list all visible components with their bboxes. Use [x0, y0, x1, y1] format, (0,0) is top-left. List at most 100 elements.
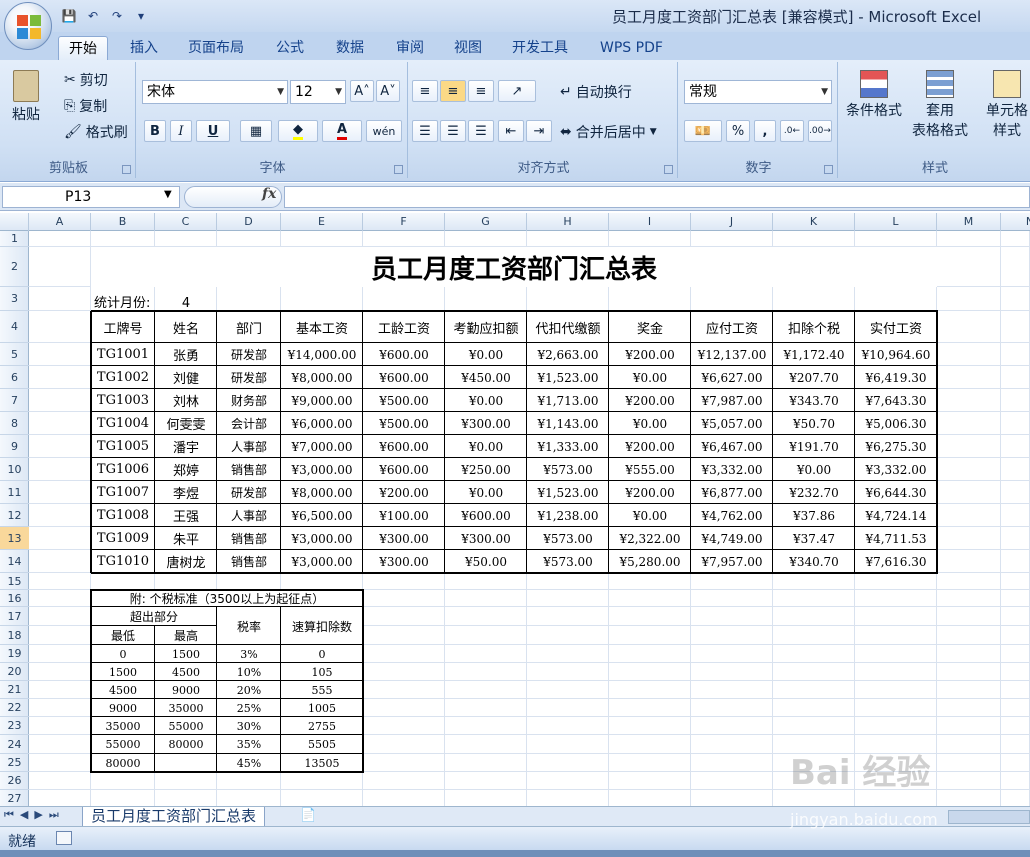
- data-cell[interactable]: ¥3,332.00: [691, 458, 773, 481]
- data-cell[interactable]: ¥6,627.00: [691, 366, 773, 389]
- shrink-font-icon[interactable]: A˅: [376, 80, 400, 102]
- data-cell[interactable]: TG1004: [91, 412, 155, 435]
- font-size-combo[interactable]: 12 ▼: [290, 80, 346, 104]
- tab-data[interactable]: 数据: [326, 36, 374, 60]
- data-cell[interactable]: ¥200.00: [609, 389, 691, 412]
- data-cell[interactable]: ¥1,238.00: [527, 504, 609, 527]
- row-header-11[interactable]: 11: [0, 481, 29, 504]
- tax-cell[interactable]: 9000: [155, 681, 217, 699]
- data-cell[interactable]: ¥200.00: [609, 435, 691, 458]
- data-cell[interactable]: ¥4,749.00: [691, 527, 773, 550]
- font-name-combo[interactable]: 宋体 ▼: [142, 80, 288, 104]
- row-header-12[interactable]: 12: [0, 504, 29, 527]
- data-cell[interactable]: ¥7,000.00: [281, 435, 363, 458]
- data-cell[interactable]: ¥300.00: [363, 527, 445, 550]
- row-header-24[interactable]: 24: [0, 735, 29, 754]
- row-header-5[interactable]: 5: [0, 343, 29, 366]
- data-cell[interactable]: ¥8,000.00: [281, 366, 363, 389]
- row-header-9[interactable]: 9: [0, 435, 29, 458]
- data-cell[interactable]: ¥6,275.30: [855, 435, 937, 458]
- tax-cell[interactable]: 2755: [281, 717, 363, 735]
- row-header-13[interactable]: 13: [0, 527, 29, 550]
- tax-table-title[interactable]: 附: 个税标准（3500以上为起征点）: [91, 590, 363, 607]
- data-cell[interactable]: ¥200.00: [609, 481, 691, 504]
- data-cell[interactable]: ¥7,616.30: [855, 550, 937, 573]
- data-cell[interactable]: ¥1,523.00: [527, 481, 609, 504]
- data-cell[interactable]: ¥200.00: [609, 343, 691, 366]
- row-header-3[interactable]: 3: [0, 287, 29, 311]
- tax-cell[interactable]: 1500: [91, 663, 155, 681]
- row-header-18[interactable]: 18: [0, 626, 29, 645]
- row-header-19[interactable]: 19: [0, 645, 29, 663]
- underline-button[interactable]: U: [196, 120, 230, 142]
- data-cell[interactable]: 李煜: [155, 481, 217, 504]
- data-cell[interactable]: ¥0.00: [773, 458, 855, 481]
- percent-button[interactable]: %: [726, 120, 750, 142]
- customize-qat-icon[interactable]: ▾: [132, 7, 150, 25]
- data-cell[interactable]: TG1010: [91, 550, 155, 573]
- italic-button[interactable]: I: [170, 120, 192, 142]
- data-cell[interactable]: 人事部: [217, 504, 281, 527]
- tax-cell[interactable]: 9000: [91, 699, 155, 717]
- data-cell[interactable]: ¥600.00: [445, 504, 527, 527]
- month-value[interactable]: 4: [155, 287, 217, 311]
- data-cell[interactable]: ¥555.00: [609, 458, 691, 481]
- save-icon[interactable]: 💾: [60, 7, 78, 25]
- tab-home[interactable]: 开始: [58, 36, 108, 60]
- align-middle-icon[interactable]: ≡: [440, 80, 466, 102]
- tab-review[interactable]: 审阅: [386, 36, 434, 60]
- tax-cell[interactable]: 35%: [217, 735, 281, 754]
- tab-view[interactable]: 视图: [444, 36, 492, 60]
- tax-cell[interactable]: 555: [281, 681, 363, 699]
- data-cell[interactable]: 研发部: [217, 366, 281, 389]
- data-cell[interactable]: ¥191.70: [773, 435, 855, 458]
- insert-function-button[interactable]: fx: [262, 186, 276, 202]
- row-header-1[interactable]: 1: [0, 231, 29, 247]
- row-header-14[interactable]: 14: [0, 550, 29, 573]
- tax-cell[interactable]: 5505: [281, 735, 363, 754]
- month-label[interactable]: 统计月份:: [91, 287, 155, 311]
- dropdown-arrow-icon[interactable]: ▼: [164, 189, 172, 200]
- tab-formulas[interactable]: 公式: [266, 36, 314, 60]
- sheet-title[interactable]: 员工月度工资部门汇总表: [91, 247, 937, 287]
- data-cell[interactable]: ¥200.00: [363, 481, 445, 504]
- data-cell[interactable]: ¥600.00: [363, 343, 445, 366]
- data-cell[interactable]: ¥3,000.00: [281, 550, 363, 573]
- column-header-L[interactable]: L: [855, 213, 937, 231]
- data-cell[interactable]: 销售部: [217, 550, 281, 573]
- border-icon[interactable]: ▦: [240, 120, 272, 142]
- column-header-C[interactable]: C: [155, 213, 217, 231]
- data-cell[interactable]: ¥5,057.00: [691, 412, 773, 435]
- data-cell[interactable]: ¥1,713.00: [527, 389, 609, 412]
- data-cell[interactable]: TG1008: [91, 504, 155, 527]
- tax-cell[interactable]: 20%: [217, 681, 281, 699]
- increase-indent-icon[interactable]: ⇥: [526, 120, 552, 142]
- tab-wps-pdf[interactable]: WPS PDF: [590, 36, 673, 60]
- tax-high-label[interactable]: 最高: [155, 626, 217, 645]
- header-cell[interactable]: 基本工资: [281, 311, 363, 343]
- data-cell[interactable]: ¥1,333.00: [527, 435, 609, 458]
- row-header-21[interactable]: 21: [0, 681, 29, 699]
- data-cell[interactable]: ¥0.00: [445, 481, 527, 504]
- formula-input[interactable]: [284, 186, 1030, 208]
- column-header-M[interactable]: M: [937, 213, 1001, 231]
- tax-cell[interactable]: 0: [281, 645, 363, 663]
- data-cell[interactable]: ¥300.00: [445, 527, 527, 550]
- header-cell[interactable]: 应付工资: [691, 311, 773, 343]
- paste-button[interactable]: 粘贴: [12, 70, 40, 124]
- data-cell[interactable]: TG1006: [91, 458, 155, 481]
- column-header-J[interactable]: J: [691, 213, 773, 231]
- font-color-button[interactable]: A: [322, 120, 362, 142]
- data-cell[interactable]: ¥500.00: [363, 412, 445, 435]
- data-cell[interactable]: ¥6,500.00: [281, 504, 363, 527]
- row-header-8[interactable]: 8: [0, 412, 29, 435]
- data-cell[interactable]: ¥340.70: [773, 550, 855, 573]
- office-button[interactable]: [4, 2, 52, 50]
- row-header-17[interactable]: 17: [0, 607, 29, 626]
- data-cell[interactable]: ¥300.00: [363, 550, 445, 573]
- tax-cell[interactable]: 45%: [217, 754, 281, 772]
- data-cell[interactable]: ¥250.00: [445, 458, 527, 481]
- data-cell[interactable]: ¥10,964.60: [855, 343, 937, 366]
- data-cell[interactable]: ¥8,000.00: [281, 481, 363, 504]
- data-cell[interactable]: ¥2,663.00: [527, 343, 609, 366]
